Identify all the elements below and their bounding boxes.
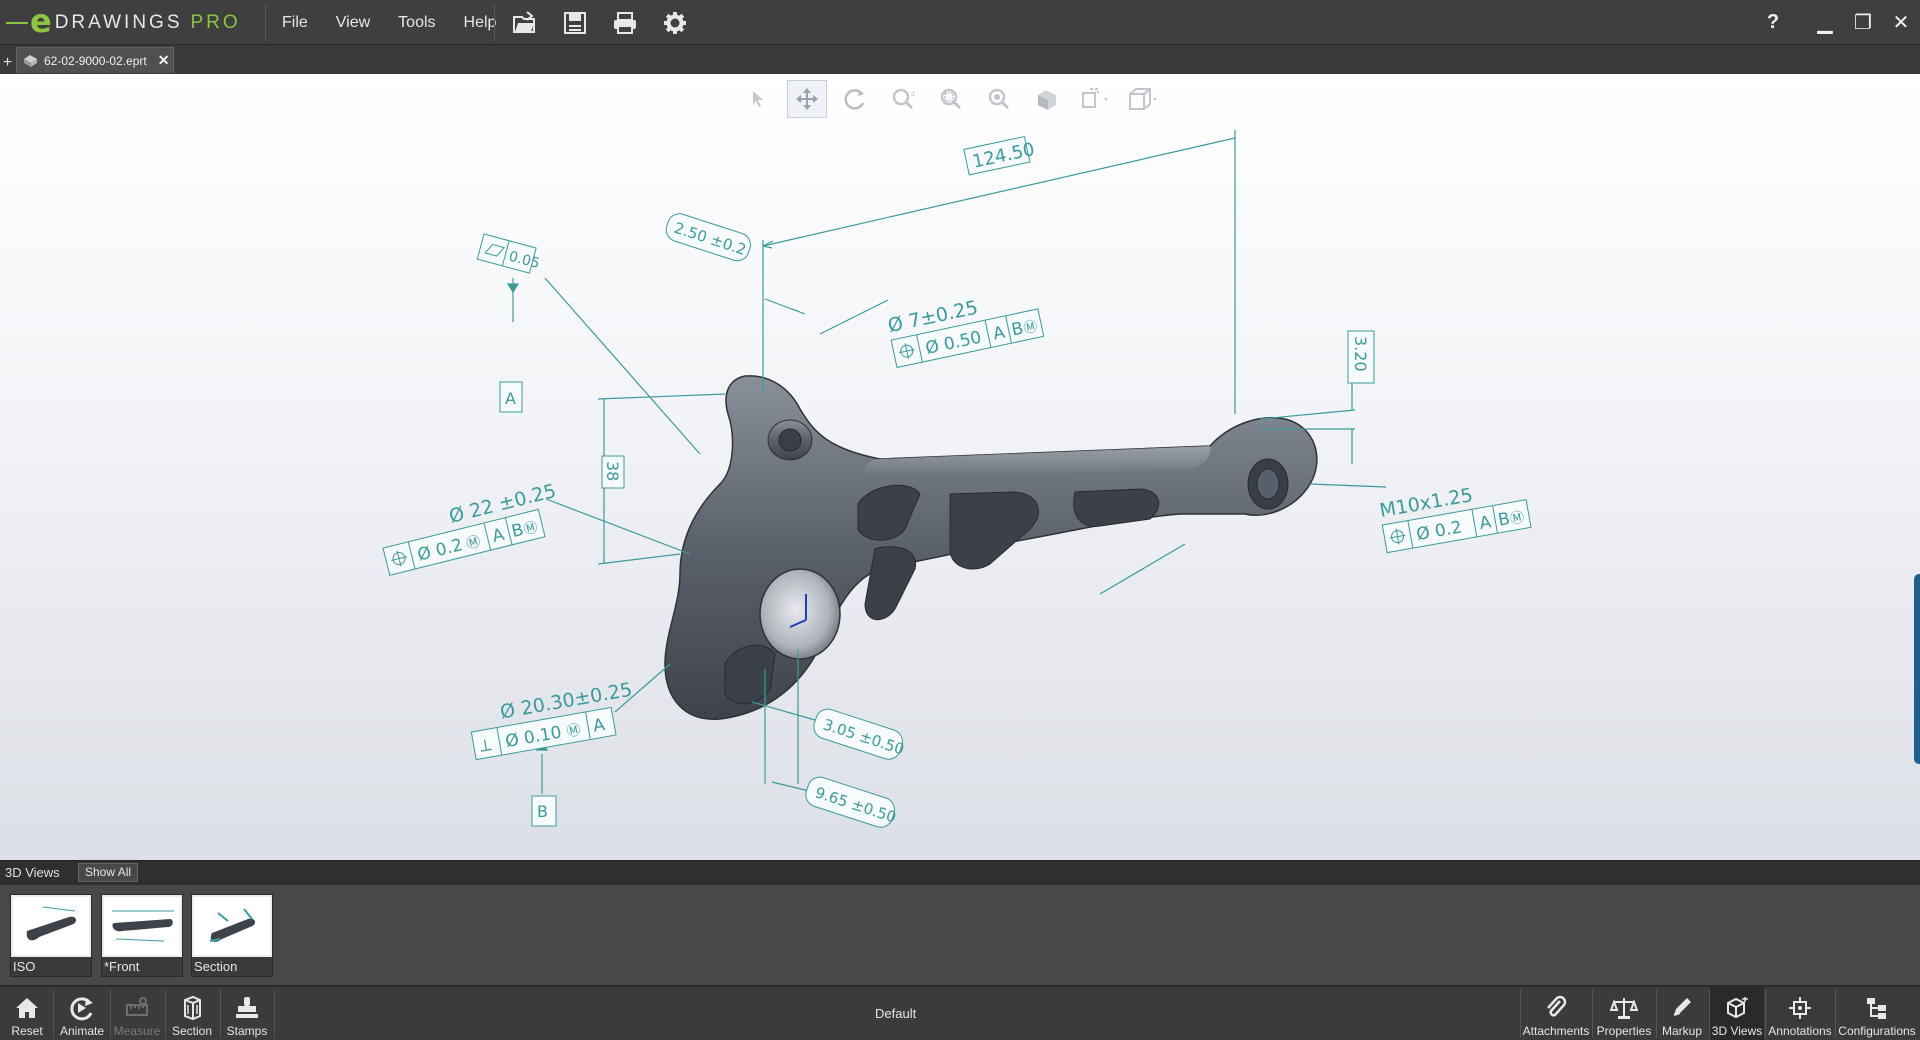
help-button[interactable]: ?: [1754, 0, 1792, 45]
animate-button[interactable]: Animate: [56, 987, 108, 1040]
title-bar: e DRAWINGS PRO File View Tools Help ? ▁ …: [0, 0, 1920, 45]
animate-icon: [68, 992, 96, 1024]
annotations-icon: [1786, 992, 1814, 1024]
configurations-button[interactable]: Configurations: [1836, 987, 1918, 1040]
section-label: Section: [171, 1024, 213, 1038]
show-all-button[interactable]: Show All: [78, 863, 139, 882]
divider: [110, 990, 111, 1038]
fcf-dia2030-mmc: Ⓜ: [565, 722, 582, 740]
view-thumbnail-image: [194, 897, 270, 955]
divider: [265, 4, 266, 41]
pencil-icon: [1670, 992, 1694, 1024]
markup-label: Markup: [1661, 1024, 1702, 1038]
reset-label: Reset: [11, 1024, 43, 1038]
3d-views-button[interactable]: 3D Views: [1710, 987, 1764, 1040]
scale-icon: [1610, 992, 1638, 1024]
divider: [220, 990, 221, 1038]
new-tab-button[interactable]: +: [1, 53, 14, 73]
paperclip-icon: [1544, 992, 1568, 1024]
dim-3-20: 3.20: [1351, 336, 1370, 372]
menu-bar: File View Tools Help: [268, 0, 510, 45]
window-controls: ? ▁ ❐ ✕: [1754, 0, 1920, 45]
stamp-icon: [234, 992, 260, 1024]
active-configuration: Default: [875, 1006, 917, 1021]
logo-text: DRAWINGS: [54, 12, 183, 33]
section-button[interactable]: Section: [167, 987, 217, 1040]
divider: [165, 990, 166, 1038]
properties-button[interactable]: Properties: [1593, 987, 1655, 1040]
menu-view[interactable]: View: [322, 14, 384, 32]
home-icon: [14, 992, 40, 1024]
main-toolbar: [500, 0, 700, 45]
view-thumbnail-label: *Front: [102, 957, 182, 976]
fcf-m10-mmc: Ⓜ: [1509, 509, 1526, 527]
measure-icon: [124, 992, 150, 1024]
logo-line: [6, 22, 28, 24]
bracket-part: [664, 375, 1318, 720]
side-panel-handle[interactable]: [1914, 574, 1920, 764]
view-thumbnail-iso[interactable]: ISO: [10, 894, 92, 977]
3d-views-list: [0, 885, 1920, 985]
measure-button: Measure: [112, 987, 162, 1040]
logo-edition: PRO: [190, 12, 241, 33]
edrawings-logo: e DRAWINGS PRO: [6, 4, 241, 42]
document-tab-strip: [0, 45, 1920, 74]
part-file-icon: [24, 55, 37, 67]
menu-tools[interactable]: Tools: [384, 14, 449, 32]
animate-label: Animate: [59, 1024, 105, 1038]
minimize-button[interactable]: ▁: [1806, 0, 1844, 45]
menu-file[interactable]: File: [268, 14, 322, 32]
document-tab-label: 62-02-9000-02.eprt: [44, 53, 147, 68]
stamps-label: Stamps: [226, 1024, 268, 1038]
datum-a-label: A: [505, 389, 516, 408]
view-thumbnail-image: [13, 897, 89, 955]
annotations-label: Annotations: [1768, 1024, 1832, 1038]
open-file-icon[interactable]: [500, 0, 550, 45]
3d-views-icon: [1724, 992, 1750, 1024]
3d-views-title: 3D Views: [5, 865, 60, 880]
view-thumbnail-section[interactable]: Section: [191, 894, 273, 977]
reset-button[interactable]: Reset: [6, 987, 48, 1040]
3d-views-label: 3D Views: [1711, 1024, 1763, 1038]
measure-label: Measure: [113, 1024, 161, 1038]
edrawings-window: e DRAWINGS PRO File View Tools Help ? ▁ …: [0, 0, 1920, 1040]
print-icon[interactable]: [600, 0, 650, 45]
model-canvas: 124.50 2.50 ±0.2 0.05 A Ø 7±0.25 Ø 0.50 …: [382, 130, 1532, 828]
view-thumbnail-label: Section: [192, 957, 272, 976]
3d-viewport[interactable]: ± 124.50 2.50 ±0.2 0.05 A Ø 7±0.25 Ø 0.5…: [0, 74, 1920, 860]
settings-gear-icon[interactable]: [650, 0, 700, 45]
dim-38: 38: [603, 461, 622, 481]
close-tab-icon[interactable]: ✕: [158, 52, 170, 69]
divider: [274, 990, 275, 1038]
attachments-label: Attachments: [1522, 1024, 1590, 1038]
configurations-icon: [1864, 992, 1890, 1024]
annotations-button[interactable]: Annotations: [1766, 987, 1834, 1040]
view-thumbnail-label: ISO: [11, 957, 91, 976]
3d-views-panel-header: [0, 860, 1920, 885]
restore-button[interactable]: ❐: [1844, 0, 1882, 45]
save-icon[interactable]: [550, 0, 600, 45]
datum-b-label: B: [537, 802, 548, 821]
properties-label: Properties: [1596, 1024, 1652, 1038]
view-thumbnail-image: [104, 897, 180, 955]
close-button[interactable]: ✕: [1882, 0, 1920, 45]
configurations-label: Configurations: [1838, 1024, 1916, 1038]
divider: [494, 4, 495, 41]
logo-mark: e: [30, 2, 52, 40]
view-thumbnail-front[interactable]: *Front: [101, 894, 183, 977]
stamps-button[interactable]: Stamps: [222, 987, 272, 1040]
markup-button[interactable]: Markup: [1657, 987, 1707, 1040]
divider: [53, 990, 54, 1038]
document-tab[interactable]: 62-02-9000-02.eprt ✕: [16, 47, 174, 73]
section-icon: [179, 992, 205, 1024]
attachments-button[interactable]: Attachments: [1521, 987, 1591, 1040]
